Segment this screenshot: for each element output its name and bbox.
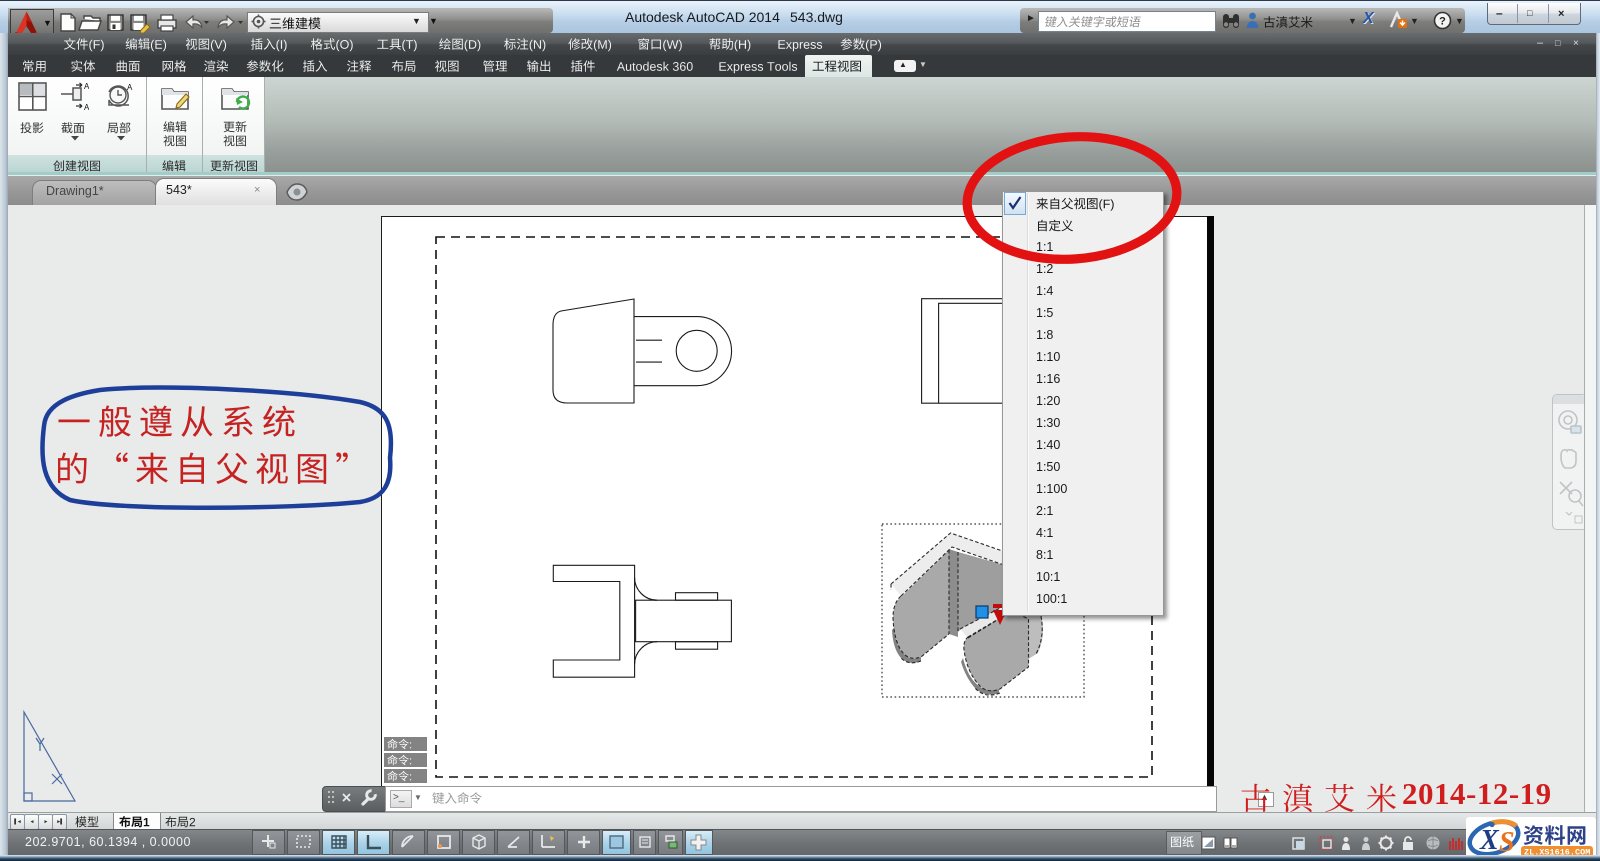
svg-text:X: X xyxy=(1479,825,1500,856)
svg-text:S: S xyxy=(1499,827,1515,858)
